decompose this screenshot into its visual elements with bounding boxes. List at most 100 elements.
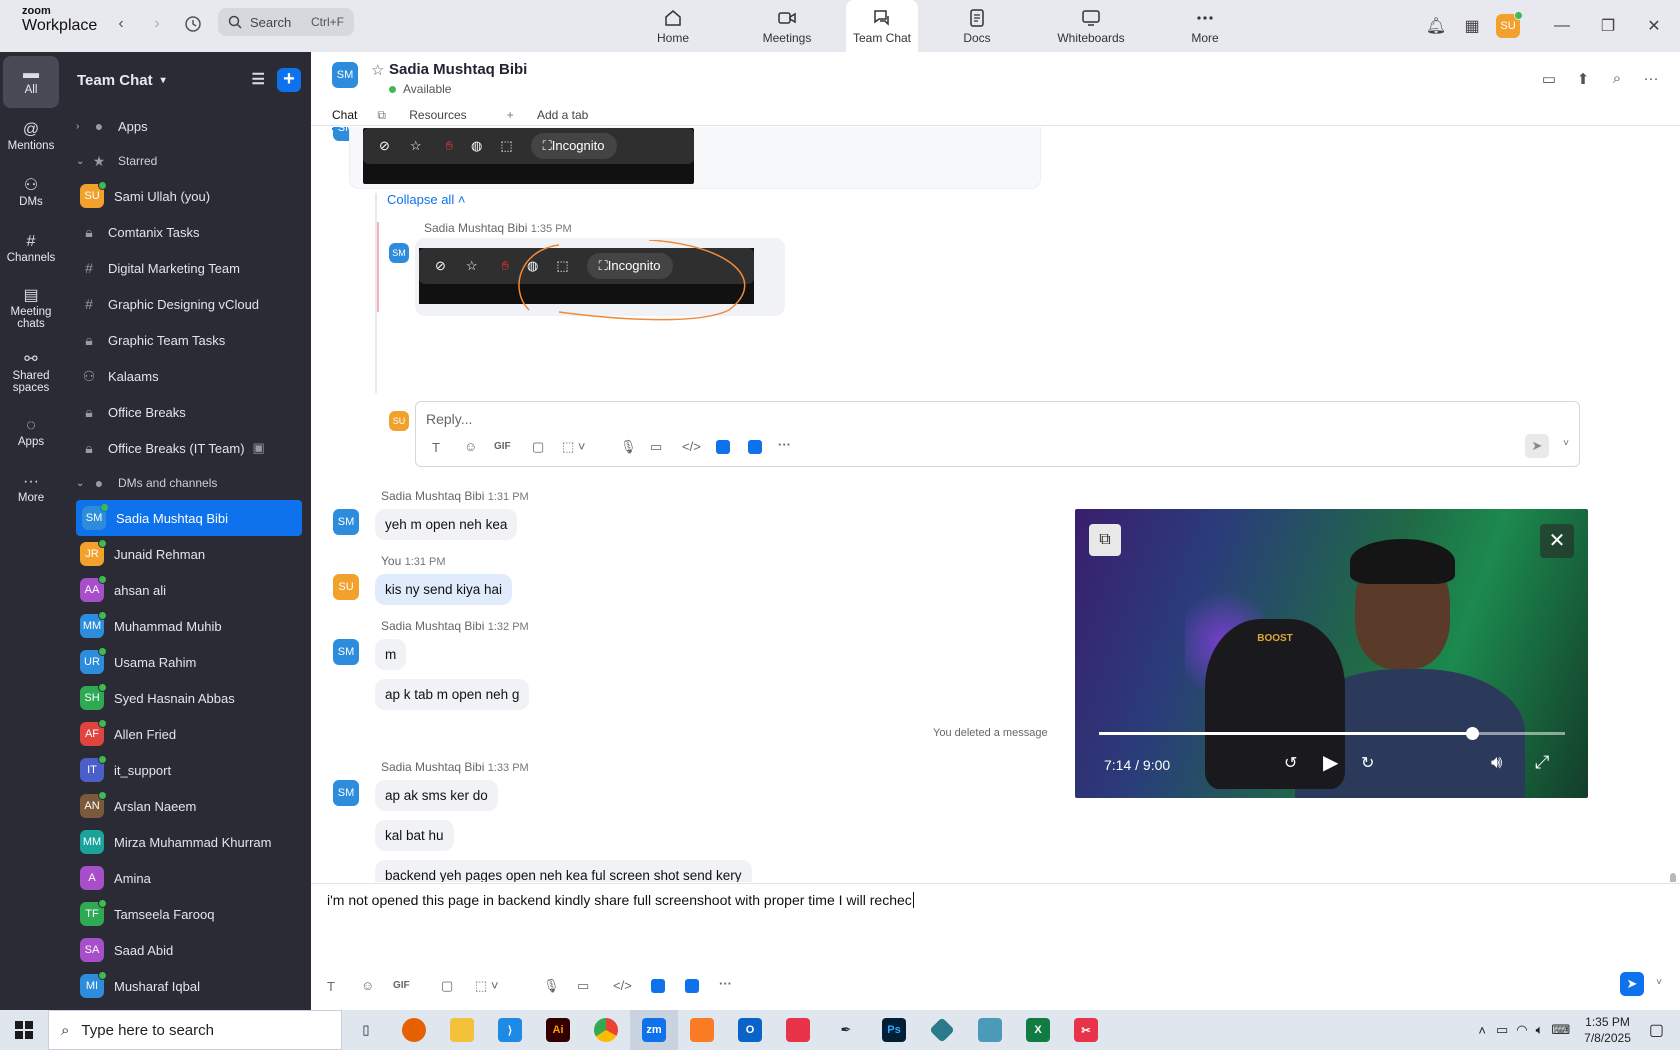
photoshop-icon[interactable]: Ps [870,1010,918,1050]
collapse-all-link[interactable]: Collapse all ˄ [387,192,465,207]
notifications-icon[interactable]: ▢ [1649,1020,1664,1040]
sidebar-item-dm[interactable]: MM Muhammad Muhib [62,608,311,644]
rail-channels[interactable]: # Channels [3,224,59,276]
message-bubble[interactable]: kis ny send kiya hai [375,574,513,605]
play-icon[interactable]: ▶ [1323,750,1338,775]
video-message-icon[interactable]: ▭ [577,978,589,994]
outlook-icon[interactable]: O [726,1010,774,1050]
screenshot-icon[interactable]: ⬚ ˅ [562,439,586,455]
wifi-icon[interactable]: ◠ [1516,1022,1527,1038]
more-dots-icon[interactable]: ··· [778,437,791,452]
rail-all[interactable]: ▬ All [3,56,59,108]
sidebar-item-dm[interactable]: AN Arslan Naeem [62,788,311,824]
emoji-icon[interactable]: ☺ [464,439,477,454]
sidebar-item-sami-ullah[interactable]: SU Sami Ullah (you) [62,178,311,214]
search-input[interactable]: Search Ctrl+F [218,8,354,36]
reply-image-card[interactable]: ⊘ ☆ ✋︎ ◍ ⬚ ⛶ Incognito [415,238,785,321]
sidebar-item-digital-marketing[interactable]: # Digital Marketing Team [62,250,311,286]
rail-more[interactable]: ··· More [3,464,59,516]
sidebar-item-dm[interactable]: AF Allen Fried [62,716,311,752]
message-bubble[interactable]: ap k tab m open neh g [375,679,530,710]
creative-cloud-icon[interactable] [774,1010,822,1050]
seek-handle[interactable] [1465,727,1479,740]
sidebar-title[interactable]: Team Chat [77,72,153,89]
file-icon[interactable]: ▢ [532,439,544,455]
sidebar-item-dm[interactable]: IT it_support [62,752,311,788]
screenshot-thumbnail[interactable]: ⊘ ☆ ✋︎ ◍ ⬚ ⛶ Incognito [419,240,754,321]
star-outline-icon[interactable]: ☆ [371,61,384,79]
sidebar-item-dm[interactable]: MM Mirza Muhammad Khurram [62,824,311,860]
zoom-app-icon[interactable]: zm [630,1010,678,1050]
text-format-icon[interactable]: T [432,440,440,455]
message-composer[interactable]: i'm not opened this page in backend kind… [311,883,1680,1010]
send-icon[interactable]: ➤ [1525,434,1549,458]
rail-meeting-chats[interactable]: ▤ Meeting chats [3,280,59,340]
code-icon[interactable]: </> [682,439,701,454]
video-message-icon[interactable]: ▭ [650,439,662,455]
composer-text[interactable]: i'm not opened this page in backend kind… [327,892,914,908]
chevron-up-icon[interactable]: ˄ [1478,1023,1486,1038]
share-screen-icon[interactable]: ⬆ [1566,70,1600,88]
history-icon[interactable] [182,13,204,35]
filter-icon[interactable]: ☰ [252,70,265,88]
sidebar-item-comtanix-tasks[interactable]: 🔒︎ Comtanix Tasks [62,214,311,250]
tab-meetings[interactable]: Meetings [746,0,828,52]
new-chat-button[interactable]: + [277,68,301,92]
scrollbar[interactable] [1670,873,1676,882]
excel-icon[interactable]: X [1014,1010,1062,1050]
message-bubble[interactable]: backend yeh pages open neh kea ful scree… [375,860,752,882]
chevron-down-icon[interactable]: ▾ [161,75,166,86]
sender-name[interactable]: You [381,554,401,568]
message-bubble[interactable]: ap ak sms ker do [375,780,498,811]
sidebar-item-dm[interactable]: SH Syed Hasnain Abbas [62,680,311,716]
message-bubble[interactable]: m [375,639,407,670]
sidebar-item-dm[interactable]: UR Usama Rahim [62,644,311,680]
text-format-icon[interactable]: T [327,979,335,994]
sender-name[interactable]: Sadia Mushtaq Bibi [381,760,484,774]
sender-name[interactable]: Sadia Mushtaq Bibi [381,489,484,503]
snipping-tool-icon[interactable]: ✂ [1062,1010,1110,1050]
maximize-icon[interactable]: ❐ [1590,8,1626,44]
profile-avatar[interactable]: SU [1490,8,1526,44]
app-icon-two[interactable] [748,440,762,454]
thread-reply-box[interactable]: Reply... T ☺ GIF ▢ ⬚ ˅ 🎙︎ ▭ </> ··· ➤ ˅ [415,401,1580,467]
seek-bar[interactable] [1099,732,1565,735]
sidebar-apps[interactable]: › ● Apps [62,108,311,144]
windows-start-icon[interactable] [0,1010,48,1050]
volume-icon[interactable]: 🔈︎ [1536,1022,1544,1038]
app-window-icon[interactable] [966,1010,1014,1050]
app-icon-one[interactable] [651,979,665,993]
sidebar-item-dm[interactable]: JR Junaid Rehman [62,536,311,572]
tab-home[interactable]: Home [632,0,714,52]
sidebar-item-dm[interactable]: TF Tamseela Farooq [62,896,311,932]
file-icon[interactable]: ▢ [441,978,453,994]
chrome-icon[interactable] [582,1010,630,1050]
chat-title[interactable]: Sadia Mushtaq Bibi [389,61,527,78]
firefox-icon[interactable] [390,1010,438,1050]
fullscreen-icon[interactable]: ⤢ [1535,752,1549,773]
illustrator-icon[interactable]: Ai [534,1010,582,1050]
rail-apps[interactable]: ◌ Apps [3,408,59,460]
tab-team-chat[interactable]: Team Chat [846,0,918,52]
minimize-icon[interactable]: — [1544,8,1580,44]
clock[interactable]: 1:35 PM 7/8/2025 [1584,1014,1631,1046]
app-icon-one[interactable] [716,440,730,454]
sidebar-item-dm[interactable]: AA ahsan ali [62,572,311,608]
close-icon[interactable]: ✕ [1636,8,1672,44]
code-icon[interactable]: </> [613,978,632,993]
emoji-icon[interactable]: ☺ [361,978,374,993]
gif-icon[interactable]: GIF [494,441,511,452]
keyboard-icon[interactable]: ⌨ [1551,1022,1570,1038]
xampp-icon[interactable] [678,1010,726,1050]
close-icon[interactable]: ✕ [1540,524,1574,558]
sidebar-item-office-breaks[interactable]: 🔒︎ Office Breaks [62,394,311,430]
rail-shared-spaces[interactable]: ⚯ Shared spaces [3,344,59,404]
volume-icon[interactable]: 🔊︎ [1491,752,1502,773]
more-dots-icon[interactable]: ··· [719,976,732,991]
vscode-icon[interactable]: ⟩ [486,1010,534,1050]
screenshot-icon[interactable]: ⬚ ˅ [475,978,499,994]
rewind-5-icon[interactable]: ↺ [1284,753,1297,773]
microphone-icon[interactable]: 🎙︎ [543,978,560,994]
sidebar-item-office-breaks-it[interactable]: 🔒︎ Office Breaks (IT Team) ▣ [62,430,311,466]
message-bubble[interactable]: kal bat hu [375,820,454,851]
